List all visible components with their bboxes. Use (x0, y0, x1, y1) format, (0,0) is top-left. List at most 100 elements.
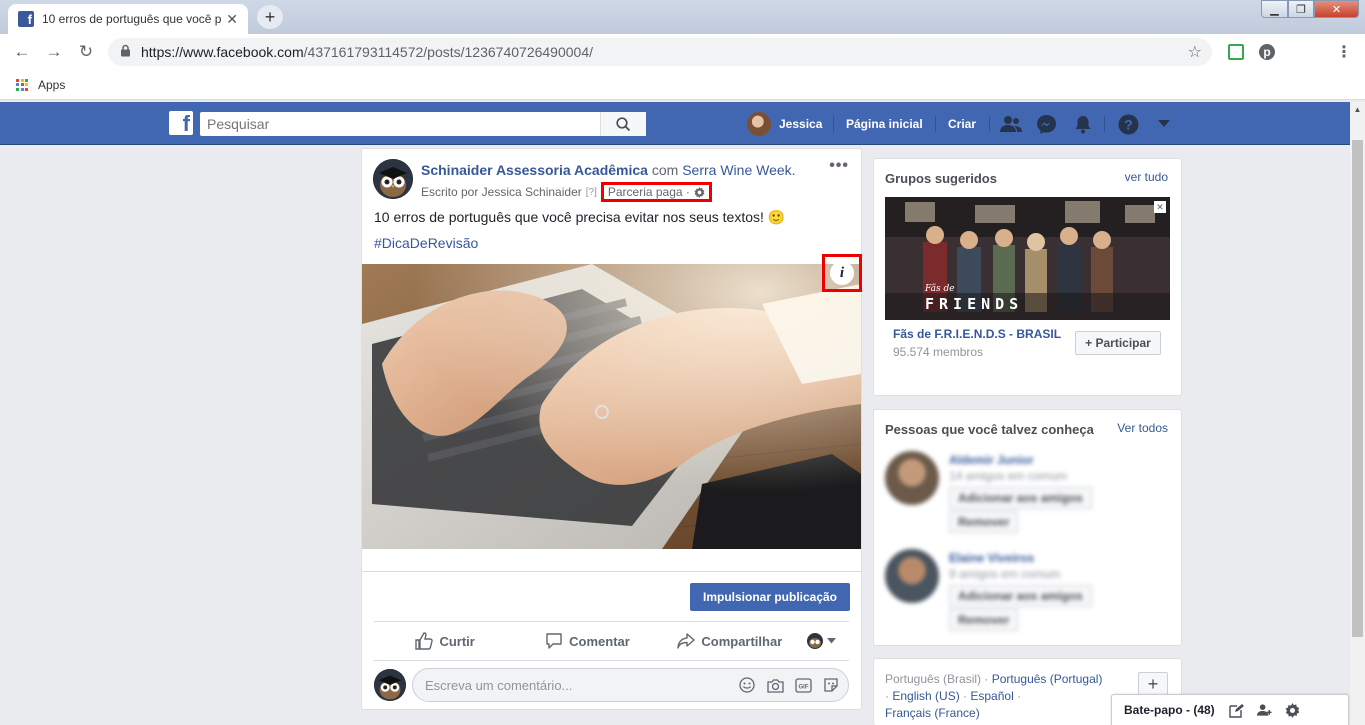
remove-label: Remover (958, 515, 1010, 529)
nav-create-link[interactable]: Criar (948, 102, 976, 145)
post-as-selector[interactable] (801, 633, 849, 649)
reload-icon[interactable]: ↻ (70, 42, 102, 62)
chat-bar[interactable]: Bate-papo - (48) (1111, 694, 1349, 725)
person-name-link[interactable]: Aldemir Junior (949, 453, 1034, 467)
comment-placeholder: Escreva um comentário... (425, 677, 573, 693)
back-arrow-icon[interactable]: ← (6, 42, 38, 62)
address-bar[interactable]: https://www.facebook.com/437161793114572… (108, 38, 1212, 66)
add-friend-button[interactable]: Adicionar aos amigos (949, 585, 1092, 607)
profile-link[interactable]: Jessica (747, 102, 822, 145)
avatar[interactable] (885, 451, 939, 505)
account-menu-chevron-down-icon[interactable] (1153, 114, 1175, 134)
comment-input[interactable]: Escreva um comentário... GIF (412, 668, 849, 702)
emoji-icon[interactable] (738, 676, 756, 694)
remove-suggestion-button[interactable]: Remover (949, 609, 1019, 631)
list-item: Elaine Viveiros 9 amigos em comum Adicio… (885, 549, 1175, 639)
facebook-logo-icon[interactable]: f (169, 111, 193, 135)
like-button[interactable]: Curtir (374, 632, 516, 650)
suggested-groups-card: Grupos sugeridos ver tudo Fãs de FRIENDS… (873, 158, 1182, 396)
sticker-icon[interactable] (822, 676, 840, 694)
page-avatar[interactable] (373, 159, 413, 199)
compose-message-icon[interactable] (1229, 702, 1245, 718)
browser-toolbar: ← → ↻ https://www.facebook.com/437161793… (0, 34, 1365, 70)
nav-divider (989, 116, 990, 132)
gif-icon[interactable]: GIF (794, 676, 812, 694)
groups-see-all-link[interactable]: ver tudo (1125, 170, 1168, 184)
drive-extension-icon[interactable] (1228, 44, 1244, 60)
scroll-up-arrow-icon[interactable]: ▲ (1350, 102, 1365, 117)
url-path: /437161793114572/posts/1236740726490004/ (303, 44, 593, 60)
add-language-button[interactable]: + (1138, 672, 1168, 696)
browser-tab-strip: f 10 erros de português que você p ✕ + ▁… (0, 0, 1365, 34)
avatar[interactable] (885, 549, 939, 603)
create-group-chat-icon[interactable] (1256, 702, 1273, 718)
window-maximize-button[interactable]: ❐ (1288, 0, 1314, 18)
language-link-english[interactable]: English (US) (892, 689, 959, 703)
friend-requests-icon[interactable] (1000, 114, 1022, 134)
tagged-page-link[interactable]: Serra Wine Week. (682, 162, 795, 178)
written-by-help-link[interactable]: [?] (586, 187, 597, 198)
group-cover-image[interactable]: Fãs de FRIENDS ✕ (885, 197, 1170, 320)
join-group-button[interactable]: + Participar (1075, 331, 1161, 355)
language-link-spanish[interactable]: Español (970, 689, 1013, 703)
browser-menu-icon[interactable]: ⋮ (1336, 44, 1352, 61)
help-icon[interactable]: ? (1117, 114, 1139, 134)
nav-home-link[interactable]: Página inicial (846, 102, 923, 145)
hashtag-link[interactable]: #DicaDeRevisão (374, 235, 478, 251)
comment-label: Comentar (569, 633, 630, 649)
search-box (200, 112, 646, 136)
profile-name: Jessica (779, 116, 823, 131)
bookmark-star-icon[interactable]: ☆ (1188, 42, 1202, 62)
info-icon[interactable]: i (830, 261, 854, 285)
gear-icon[interactable] (694, 186, 705, 198)
language-list: Português (Brasil) · Português (Portugal… (885, 672, 1103, 720)
apps-grid-icon[interactable] (16, 78, 28, 91)
add-friend-button[interactable]: Adicionar aos amigos (949, 487, 1092, 509)
search-button[interactable] (600, 112, 646, 136)
share-button[interactable]: Compartilhar (659, 632, 801, 650)
svg-text:GIF: GIF (798, 684, 808, 690)
chat-settings-gear-icon[interactable] (1285, 702, 1301, 718)
post-options-more-icon[interactable]: ••• (829, 157, 849, 175)
person-name-link[interactable]: Elaine Viveiros (949, 551, 1034, 565)
search-input[interactable] (200, 113, 600, 135)
browser-tab[interactable]: f 10 erros de português que você p ✕ (8, 4, 248, 34)
window-close-button[interactable]: ✕ (1314, 0, 1359, 18)
paid-partnership-highlight: Parceria paga · (600, 182, 712, 202)
post-photo-laptop-typing[interactable] (362, 264, 861, 549)
browser-tab-title: 10 erros de português que você p (42, 12, 222, 26)
page-scrollbar[interactable]: ▲ (1350, 102, 1365, 725)
close-icon[interactable]: ✕ (1154, 201, 1166, 213)
chevron-down-icon (827, 638, 837, 644)
svg-text:?: ? (1124, 116, 1133, 132)
remove-suggestion-button[interactable]: Remover (949, 511, 1019, 533)
boost-post-button[interactable]: Impulsionar publicação (690, 583, 850, 611)
forward-arrow-icon[interactable]: → (38, 42, 70, 62)
language-link-portugal[interactable]: Português (Portugal) (992, 672, 1103, 686)
nav-home-label: Página inicial (846, 116, 923, 131)
group-name-link[interactable]: Fãs de F.R.I.E.N.D.S - BRASIL (893, 327, 1061, 341)
nav-divider (833, 116, 834, 132)
language-link-french[interactable]: Français (France) (885, 706, 980, 720)
pinterest-extension-icon[interactable]: p (1259, 44, 1275, 60)
tab-close-icon[interactable]: ✕ (226, 11, 238, 28)
page-name-link[interactable]: Schinaider Assessoria Acadêmica (421, 162, 648, 178)
suggested-groups-title: Grupos sugeridos (885, 171, 997, 186)
camera-icon[interactable] (766, 676, 784, 694)
messenger-icon[interactable] (1035, 114, 1057, 134)
post-text: 10 erros de português que você precisa e… (374, 209, 786, 225)
comment-button[interactable]: Comentar (516, 632, 658, 650)
people-see-all-link[interactable]: Ver todos (1117, 421, 1168, 435)
mutual-friends-text: 14 amigos em comum (949, 469, 1068, 483)
people-you-may-know-title: Pessoas que você talvez conheça (885, 422, 1094, 437)
paid-partnership-label[interactable]: Parceria paga · (608, 185, 690, 199)
new-tab-button[interactable]: + (257, 5, 283, 29)
apps-bookmark[interactable]: Apps (38, 78, 65, 92)
share-arrow-icon (677, 633, 696, 649)
scrollbar-thumb[interactable] (1352, 140, 1363, 637)
add-friend-label: Adicionar aos amigos (958, 491, 1083, 505)
window-minimize-button[interactable]: ▁ (1261, 0, 1288, 18)
nav-divider (1104, 116, 1105, 132)
notifications-bell-icon[interactable] (1072, 114, 1094, 134)
facebook-top-bar: f Jessica Página inicial Criar ? (0, 102, 1350, 145)
